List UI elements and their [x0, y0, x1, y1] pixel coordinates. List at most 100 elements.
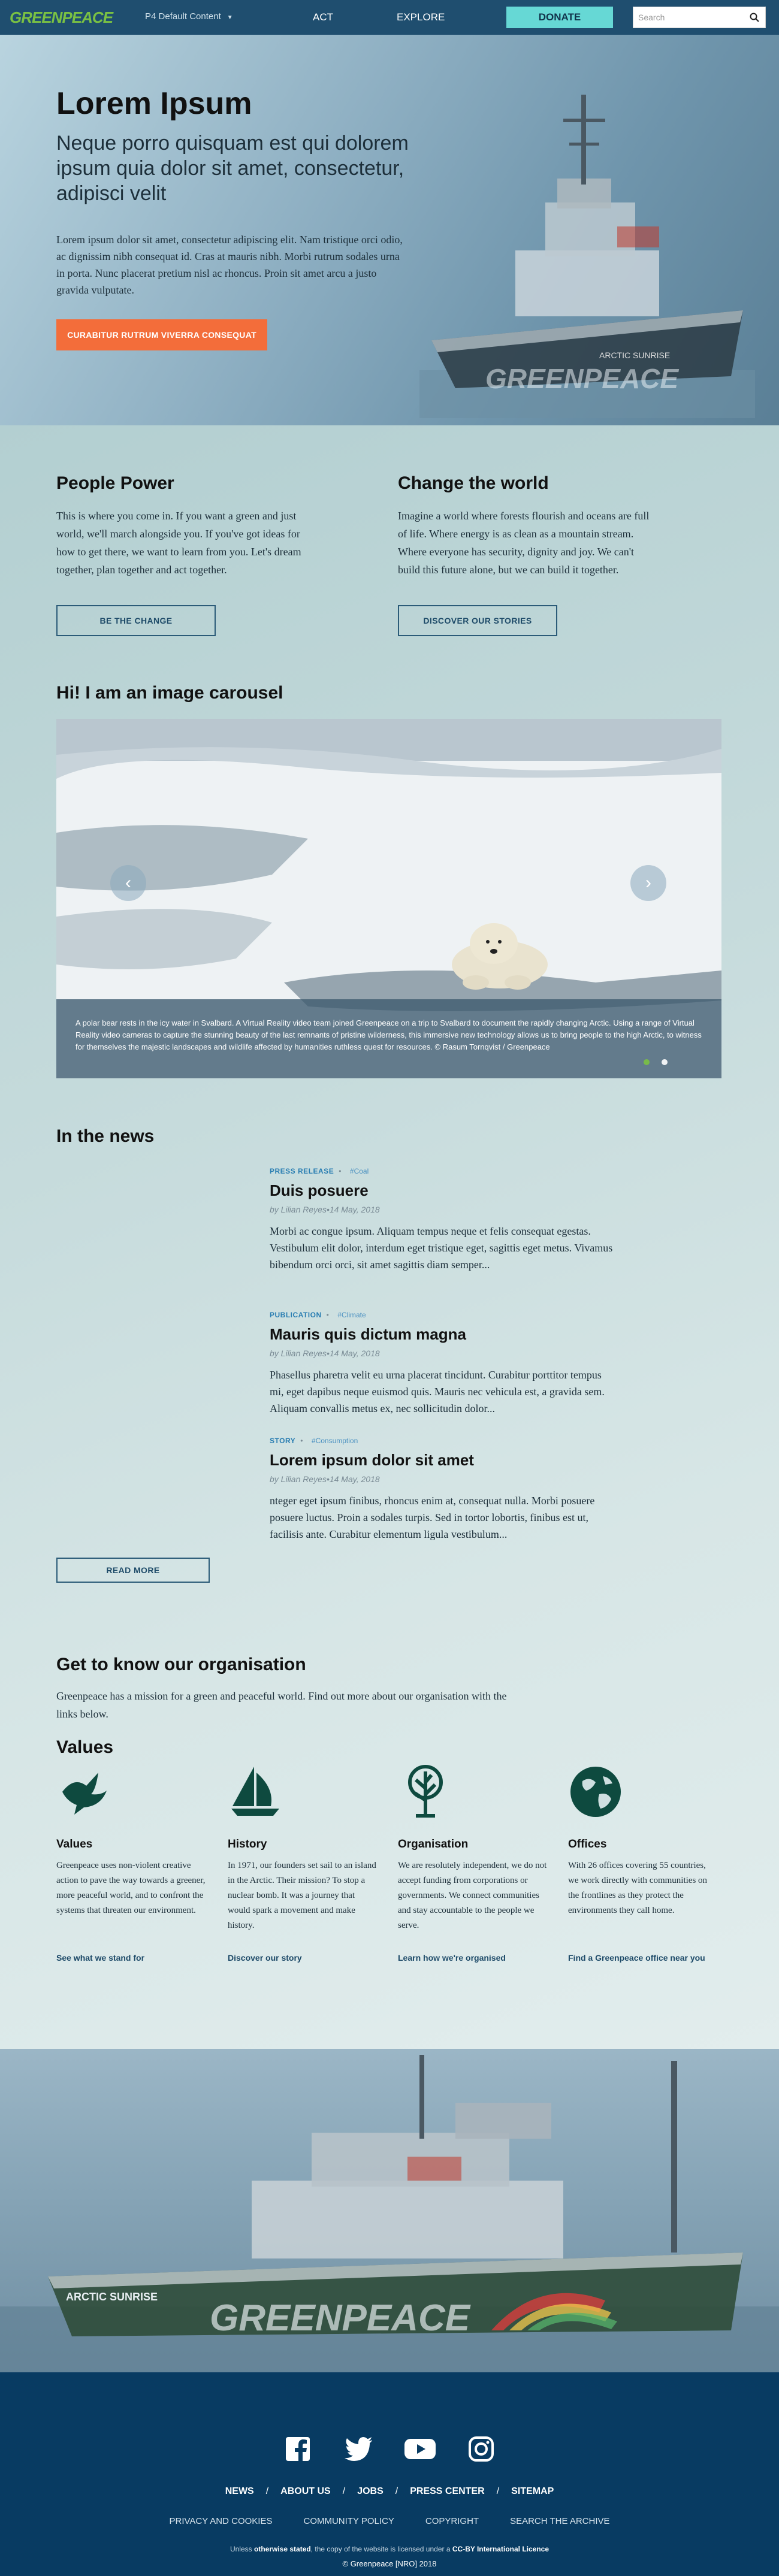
footer-link-sitemap[interactable]: SITEMAP [511, 2486, 554, 2496]
news-excerpt: Morbi ac congue ipsum. Aliquam tempus ne… [270, 1225, 613, 1271]
change-the-world-text: Imagine a world where forests flourish a… [398, 510, 650, 576]
news-excerpt: nteger eget ipsum finibus, rhoncus enim … [270, 1495, 595, 1540]
ship-banner-graphic: ARCTIC SUNRISE GREENPEACE [0, 2055, 779, 2372]
nav-link-act[interactable]: ACT [313, 11, 333, 23]
history-card-text: In 1971, our founders set sail to an isl… [228, 1861, 376, 1930]
news-type[interactable]: STORY [270, 1437, 295, 1445]
history-card-title: History [228, 1838, 267, 1851]
values-card: Values Greenpeace uses non-violent creat… [56, 1764, 206, 1918]
org-intro-text: Greenpeace has a mission for a green and… [56, 1690, 507, 1720]
hero-cta-button[interactable]: CURABITUR RUTRUM VIVERRA CONSEQUAT [56, 319, 267, 350]
offices-card-title: Offices [568, 1838, 607, 1851]
footer-link-news[interactable]: NEWS [225, 2486, 254, 2496]
hero-section: ARCTIC SUNRISE GREENPEACE Lorem Ipsum Ne… [0, 35, 779, 425]
carousel-title: Hi! I am an image carousel [56, 683, 283, 703]
image-carousel: ‹ › A polar bear rests in the icy water … [56, 719, 721, 1078]
news-date: 14 May, 2018 [329, 1349, 380, 1358]
default-content-dropdown[interactable]: P4 Default Content ▼ [145, 11, 233, 22]
chevron-down-icon: ▼ [227, 14, 233, 21]
change-the-world-title: Change the world [398, 473, 549, 493]
news-date: 14 May, 2018 [329, 1205, 380, 1214]
instagram-icon[interactable] [466, 2433, 497, 2465]
organisation-card-text: We are resolutely independent, we do not… [398, 1861, 547, 1930]
news-author: by Lilian Reyes [270, 1474, 327, 1484]
license-link-otherwise-stated[interactable]: otherwise stated [254, 2545, 311, 2553]
history-card: History In 1971, our founders set sail t… [228, 1764, 378, 1933]
sailboat-icon [231, 1767, 279, 1816]
footer-link-privacy[interactable]: PRIVACY AND COOKIES [169, 2516, 272, 2526]
search-icon[interactable] [750, 13, 759, 22]
dove-icon [62, 1773, 107, 1815]
hull-logo-text: GREENPEACE [485, 363, 679, 394]
people-power-text: This is where you come in. If you want a… [56, 510, 301, 576]
globe-icon [570, 1767, 621, 1817]
news-title[interactable]: Lorem ipsum dolor sit amet [270, 1451, 617, 1470]
news-tag[interactable]: #Coal [350, 1167, 369, 1175]
ship-banner-image: ARCTIC SUNRISE GREENPEACE [0, 2049, 779, 2372]
nav-link-explore[interactable]: EXPLORE [397, 11, 445, 23]
news-author: by Lilian Reyes [270, 1349, 327, 1358]
footer-link-jobs[interactable]: JOBS [357, 2486, 384, 2496]
dropdown-label: P4 Default Content [145, 11, 221, 22]
youtube-icon[interactable] [404, 2433, 436, 2465]
hero-title: Lorem Ipsum [56, 86, 252, 121]
news-tag[interactable]: #Consumption [312, 1437, 358, 1445]
news-excerpt: Phasellus pharetra velit eu urna placera… [270, 1369, 605, 1414]
footer-link-about-us[interactable]: ABOUT US [280, 2486, 331, 2496]
learn-how-organised-link[interactable]: Learn how we're organised [398, 1953, 506, 1963]
carousel-dot-2[interactable] [662, 1059, 668, 1065]
tree-icon [408, 1765, 443, 1818]
news-section-title: In the news [56, 1126, 155, 1146]
news-date: 14 May, 2018 [329, 1474, 380, 1484]
news-item: PRESS RELEASE • #Coal Duis posuere by Lili… [270, 1167, 617, 1273]
footer-link-community-policy[interactable]: COMMUNITY POLICY [303, 2516, 394, 2526]
org-section-title: Get to know our organisation [56, 1655, 306, 1674]
top-navigation: GREENPEACE P4 Default Content ▼ ACT EXPLO… [0, 0, 779, 35]
license-link-cc-by[interactable]: CC-BY International Licence [452, 2545, 549, 2553]
footer-link-search-archive[interactable]: SEARCH THE ARCHIVE [510, 2516, 609, 2526]
donate-button[interactable]: DONATE [506, 7, 613, 28]
organisation-card-title: Organisation [398, 1838, 469, 1851]
banner-hull-logo: GREENPEACE [210, 2297, 471, 2339]
news-item: STORY • #Consumption Lorem ipsum dolor sit… [270, 1437, 617, 1543]
footer-link-copyright[interactable]: COPYRIGHT [425, 2516, 479, 2526]
read-more-button[interactable]: READ MORE [56, 1558, 210, 1583]
news-item: PUBLICATION • #Climate Mauris quis dictum … [270, 1311, 617, 1417]
people-power-title: People Power [56, 473, 174, 493]
discover-our-story-link[interactable]: Discover our story [228, 1953, 302, 1963]
facebook-icon[interactable] [282, 2433, 313, 2465]
values-card-text: Greenpeace uses non-violent creative act… [56, 1861, 206, 1915]
organisation-card: Organisation We are resolutely independe… [398, 1764, 548, 1933]
footer-link-press-center[interactable]: PRESS CENTER [410, 2486, 484, 2496]
carousel-next-button[interactable]: › [630, 865, 666, 901]
find-office-link[interactable]: Find a Greenpeace office near you [568, 1953, 705, 1963]
ship-image: ARCTIC SUNRISE GREENPEACE [419, 95, 755, 418]
news-title[interactable]: Duis posuere [270, 1181, 617, 1200]
ship-name-text: ARCTIC SUNRISE [599, 350, 670, 360]
banner-ship-name: ARCTIC SUNRISE [66, 2291, 158, 2303]
carousel-prev-button[interactable]: ‹ [110, 865, 146, 901]
values-card-title: Values [56, 1838, 93, 1851]
hero-subtitle: Neque porro quisquam est qui dolorem ips… [56, 132, 409, 205]
discover-our-stories-button[interactable]: DISCOVER OUR STORIES [398, 605, 557, 636]
news-author: by Lilian Reyes [270, 1205, 327, 1214]
twitter-icon[interactable] [343, 2433, 375, 2465]
offices-card-text: With 26 offices covering 55 countries, w… [568, 1861, 708, 1915]
carousel-caption: A polar bear rests in the icy water in S… [56, 999, 721, 1078]
copyright-text: © Greenpeace [NRO] 2018 [342, 2559, 437, 2568]
hero-text: Lorem ipsum dolor sit amet, consectetur … [56, 234, 403, 296]
carousel-indicators [644, 1059, 668, 1065]
news-type[interactable]: PRESS RELEASE [270, 1167, 334, 1175]
carousel-dot-1[interactable] [644, 1059, 650, 1065]
greenpeace-logo[interactable]: GREENPEACE [10, 8, 113, 27]
offices-card: Offices With 26 offices covering 55 coun… [568, 1764, 718, 1918]
see-what-we-stand-for-link[interactable]: See what we stand for [56, 1953, 144, 1963]
news-title[interactable]: Mauris quis dictum magna [270, 1325, 617, 1344]
be-the-change-button[interactable]: BE THE CHANGE [56, 605, 216, 636]
values-title: Values [56, 1737, 114, 1757]
social-links [0, 2433, 779, 2465]
news-type[interactable]: PUBLICATION [270, 1311, 322, 1319]
search-input[interactable]: Search [633, 7, 766, 28]
news-tag[interactable]: #Climate [337, 1311, 366, 1319]
search-placeholder: Search [638, 13, 665, 22]
